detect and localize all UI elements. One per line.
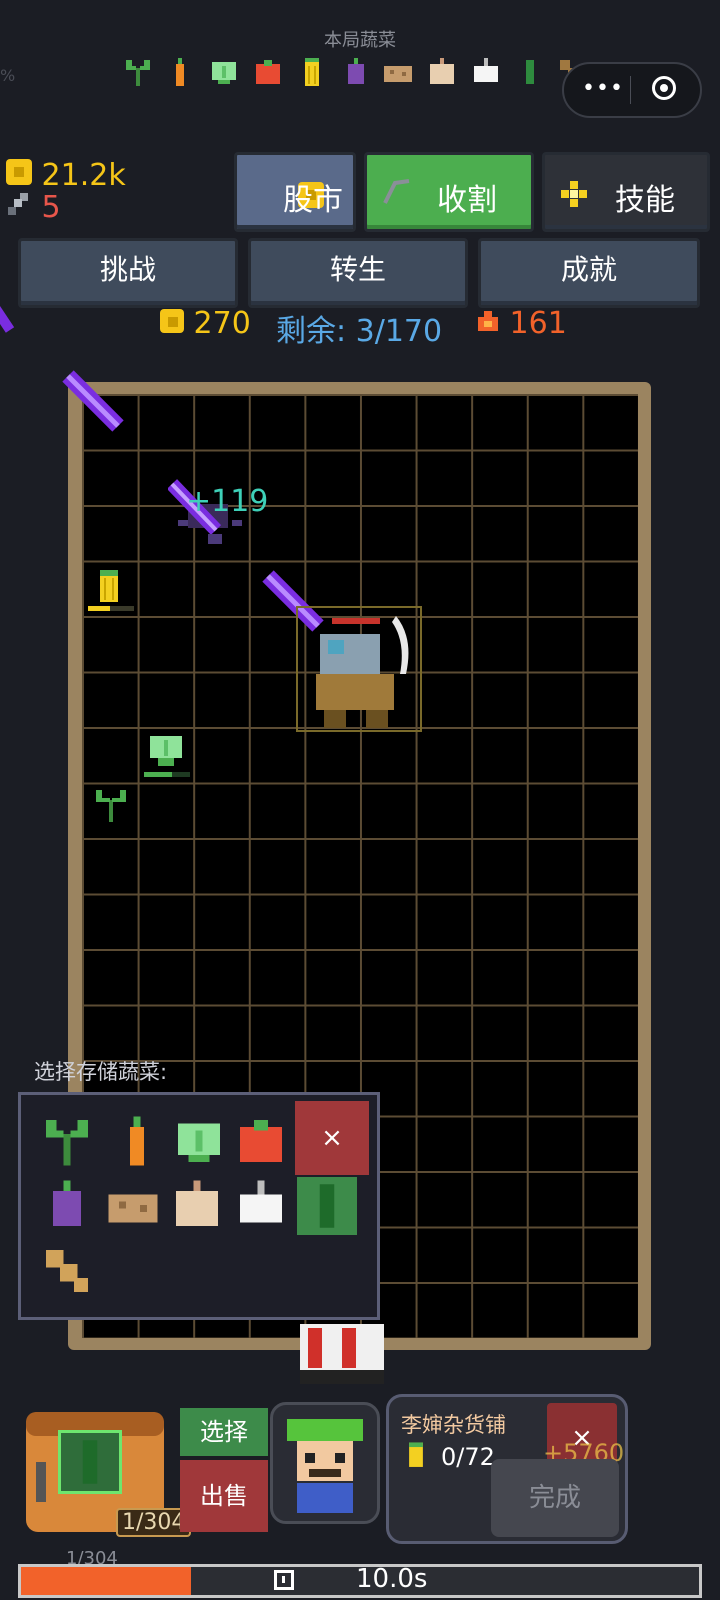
- corn-icon[interactable]: [92, 568, 126, 610]
- selected-storage-cell[interactable]: [297, 1177, 357, 1235]
- select-button[interactable]: 选择: [180, 1408, 268, 1456]
- harvest-button[interactable]: 收割: [364, 152, 534, 232]
- cucumber-icon: [319, 1184, 335, 1228]
- cabbage-icon[interactable]: [171, 1113, 227, 1169]
- tomato-icon[interactable]: [233, 1113, 289, 1169]
- corn-icon: [409, 1442, 423, 1467]
- growth-bar-fill: [88, 606, 110, 611]
- growth-bar: [88, 606, 134, 611]
- carrot-icon[interactable]: [109, 1113, 165, 1169]
- sword-total: 5: [41, 190, 61, 225]
- stock-market-label: 股市: [283, 183, 343, 218]
- skills-label: 技能: [615, 183, 675, 218]
- sword-stat: 5: [6, 190, 61, 225]
- potato-icon[interactable]: [105, 1177, 161, 1233]
- sprout-icon[interactable]: [39, 1113, 95, 1169]
- growth-bar: [144, 772, 190, 777]
- timer-bar-fill: [21, 1567, 191, 1595]
- sickle-icon: [383, 179, 410, 204]
- carrot-icon: [176, 58, 184, 86]
- farmer-avatar-icon: [287, 1419, 363, 1513]
- harvest-label: 收割: [437, 183, 497, 218]
- stock-market-button[interactable]: 股市: [234, 152, 356, 232]
- sprout-icon[interactable]: [92, 786, 130, 824]
- sword-icon: [8, 193, 28, 215]
- achievements-button[interactable]: 成就: [478, 238, 700, 308]
- garlic-icon: [474, 58, 498, 82]
- sprout-icon: [126, 60, 150, 86]
- tomato-icon: [256, 60, 280, 84]
- coin-total: 21.2k: [41, 158, 126, 193]
- storage-chest[interactable]: 1/304: [22, 1398, 192, 1538]
- order-card: 李婶杂货铺 0/72 × +5760 完成: [386, 1394, 628, 1544]
- coin-icon: [6, 159, 32, 185]
- shop-name: 李婶杂货铺: [401, 1413, 506, 1437]
- pct-fragment: %: [0, 66, 16, 85]
- mini-program-capsule: •••: [562, 62, 702, 118]
- onion-icon: [430, 58, 454, 84]
- bread-icon[interactable]: [39, 1243, 95, 1299]
- garlic-icon[interactable]: [233, 1177, 289, 1233]
- complete-order-button[interactable]: 完成: [491, 1459, 619, 1537]
- storage-clear-button[interactable]: ×: [295, 1101, 369, 1175]
- corn-icon: [305, 58, 319, 86]
- coin-stat: 21.2k: [6, 158, 126, 193]
- shopkeeper-portrait[interactable]: [270, 1402, 380, 1524]
- more-menu-icon[interactable]: •••: [582, 76, 624, 101]
- sell-button[interactable]: 出售: [180, 1460, 268, 1532]
- eggplant-icon: [348, 58, 364, 84]
- delivery-truck-icon: [300, 1324, 384, 1384]
- storage-title: 选择存储蔬菜:: [34, 1060, 168, 1084]
- growth-bar-fill: [144, 772, 172, 777]
- mech-robot-icon[interactable]: [310, 614, 420, 730]
- fire-icon: [478, 311, 498, 331]
- damage-float-text: +119: [186, 484, 269, 519]
- fire-stat: 161: [476, 306, 567, 341]
- onion-icon[interactable]: [169, 1177, 225, 1233]
- cucumber-icon: [526, 60, 534, 84]
- laser-beam-icon: [62, 370, 124, 432]
- capsule-divider: [630, 76, 631, 104]
- round-coins: 270: [160, 306, 251, 341]
- timer-icon: [274, 1570, 294, 1590]
- close-mini-program-icon[interactable]: [652, 76, 676, 100]
- coin-icon: [160, 309, 184, 333]
- challenge-button[interactable]: 挑战: [18, 238, 238, 308]
- potato-icon: [384, 66, 412, 82]
- cabbage-icon[interactable]: [146, 732, 186, 772]
- round-coins-value: 270: [193, 306, 251, 341]
- laser-beam-icon: [0, 300, 16, 340]
- skills-button[interactable]: 技能: [542, 152, 710, 232]
- rebirth-button[interactable]: 转生: [248, 238, 468, 308]
- chest-selected-slot: [58, 1430, 122, 1494]
- timer-text: 10.0s: [356, 1564, 428, 1594]
- fire-value: 161: [509, 306, 567, 341]
- remaining-count: 剩余: 3/170: [276, 314, 443, 349]
- order-count: 0/72: [441, 1443, 495, 1471]
- eggplant-icon[interactable]: [39, 1177, 95, 1233]
- round-veggies-title: 本局蔬菜: [324, 30, 396, 51]
- cucumber-icon: [82, 1440, 98, 1484]
- cabbage-icon: [212, 62, 236, 84]
- storage-panel: ×: [18, 1092, 380, 1320]
- flower-icon: [561, 181, 587, 207]
